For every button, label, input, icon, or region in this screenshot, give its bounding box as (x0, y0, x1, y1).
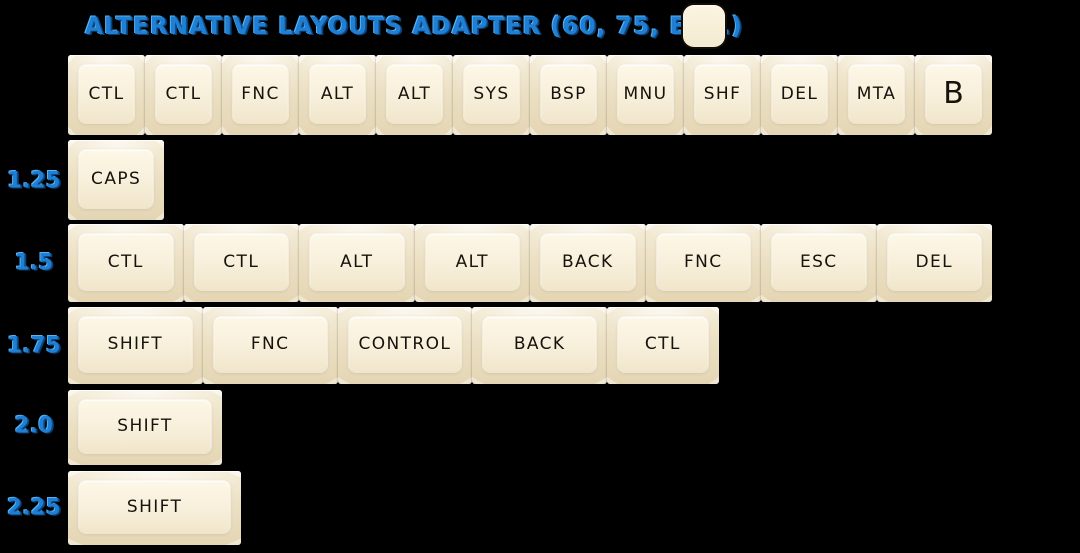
keycap-top-surface: SHIFT (79, 481, 231, 533)
keycap-legend: B (943, 76, 964, 111)
keycap-legend: CTL (165, 83, 202, 104)
keycap-top-surface: CTL (194, 234, 288, 290)
keycap-top-surface: ALT (310, 234, 404, 290)
row-size-label-1-25: 1.25 (7, 167, 61, 193)
keycap-mta[interactable]: MTA (838, 55, 915, 135)
page-title: ALTERNATIVE LAYOUTS ADAPTER (60, 75, ETC… (85, 13, 743, 41)
keycap-top-surface: SHIFT (79, 400, 211, 453)
keycap-top-surface: B (926, 65, 981, 123)
keycap-legend: CONTROL (358, 334, 452, 354)
keycap-kit-layout: ALTERNATIVE LAYOUTS ADAPTER (60, 75, ETC… (0, 0, 1080, 553)
keycap-ctl[interactable]: CTL (145, 55, 222, 135)
keycap-caps[interactable]: CAPS (68, 140, 165, 220)
keycap-legend: FNC (241, 83, 280, 104)
keycap-top-surface: FNC (213, 317, 327, 372)
keycap-ctl[interactable]: CTL (607, 307, 719, 384)
keycap-legend: MTA (856, 83, 897, 104)
keycap-bsp[interactable]: BSP (530, 55, 607, 135)
keycap-legend: SHIFT (126, 496, 183, 517)
keycap-back[interactable]: BACK (472, 307, 607, 384)
keycap-legend: SHF (703, 83, 742, 104)
keycap-top-surface: CTL (156, 65, 211, 123)
keycap-legend: BSP (550, 83, 587, 104)
keycap-shift[interactable]: SHIFT (68, 471, 242, 545)
keycap-legend: ALT (397, 83, 432, 104)
keycap-ctl[interactable]: CTL (68, 224, 184, 302)
keycap-top-surface: BACK (483, 317, 596, 372)
keycap-alt[interactable]: ALT (376, 55, 453, 135)
keycap-top-surface: MTA (849, 65, 904, 123)
keycap-del[interactable]: DEL (761, 55, 838, 135)
keycap-legend: ESC (799, 251, 838, 272)
keycap-top-surface: ALT (310, 65, 365, 123)
row-size-label-1-75: 1.75 (7, 332, 61, 358)
keycap-fnc[interactable]: FNC (222, 55, 299, 135)
keycap-top-surface: CONTROL (348, 317, 462, 372)
keycap-top-surface: ALT (387, 65, 442, 123)
keycap-legend: DEL (780, 83, 819, 104)
keycap-top-surface: DEL (772, 65, 827, 123)
keycap-del[interactable]: DEL (876, 224, 992, 302)
keycap-legend: FNC (250, 334, 290, 354)
blank-keycap-sample[interactable] (683, 5, 725, 47)
keycap-shift[interactable]: SHIFT (68, 390, 222, 465)
row-size-label-1-5: 1.5 (14, 249, 54, 275)
keycap-legend: SYS (473, 83, 510, 104)
keycap-control[interactable]: CONTROL (337, 307, 473, 384)
keycap-legend: BACK (561, 251, 614, 272)
keycap-legend: SHIFT (117, 416, 173, 436)
keycap-top-surface: SHIFT (79, 317, 192, 372)
keycap-legend: DEL (915, 251, 953, 272)
keycap-legend: SHIFT (107, 334, 164, 354)
row-size-label-2-25: 2.25 (7, 494, 61, 520)
keycap-top-surface: FNC (656, 234, 750, 290)
keycap-back[interactable]: BACK (530, 224, 646, 302)
keycap-top-surface: CTL (79, 234, 173, 290)
keycap-legend: CTL (644, 334, 681, 354)
keycap-legend: ALT (455, 251, 489, 272)
keycap-fnc[interactable]: FNC (645, 224, 761, 302)
keycap-shift[interactable]: SHIFT (68, 307, 203, 384)
keycap-top-surface: ESC (772, 234, 866, 290)
keycap-alt[interactable]: ALT (414, 224, 530, 302)
keycap-esc[interactable]: ESC (761, 224, 877, 302)
keycap-top-surface: CTL (618, 317, 708, 372)
keycap-top-surface: CAPS (79, 150, 154, 208)
row-size-label-2-0: 2.0 (14, 412, 54, 438)
keycap-legend: CAPS (91, 168, 142, 189)
keycap-top-surface: SHF (695, 65, 750, 123)
keycap-legend: FNC (683, 251, 723, 272)
keycap-legend: ALT (320, 83, 355, 104)
keycap-b[interactable]: B (915, 55, 992, 135)
keycap-top-surface: BSP (541, 65, 596, 123)
keycap-top-surface: MNU (618, 65, 673, 123)
keycap-top-surface: SYS (464, 65, 519, 123)
keycap-ctl[interactable]: CTL (68, 55, 145, 135)
keycap-ctl[interactable]: CTL (183, 224, 299, 302)
keycap-legend: CTL (223, 251, 260, 272)
keycap-top-surface: ALT (425, 234, 519, 290)
keycap-legend: BACK (513, 334, 566, 354)
keycap-legend: ALT (340, 251, 374, 272)
keycap-sys[interactable]: SYS (453, 55, 530, 135)
title-bar: ALTERNATIVE LAYOUTS ADAPTER (60, 75, ETC… (0, 0, 1080, 50)
keycap-fnc[interactable]: FNC (202, 307, 338, 384)
keycap-mnu[interactable]: MNU (607, 55, 684, 135)
keycap-top-surface: BACK (541, 234, 635, 290)
keycap-legend: CTL (88, 83, 125, 104)
keycap-legend: MNU (623, 83, 668, 104)
keycap-top-surface: DEL (887, 234, 981, 290)
keycap-alt[interactable]: ALT (299, 55, 376, 135)
keycap-alt[interactable]: ALT (299, 224, 415, 302)
keycap-top-surface: CTL (79, 65, 134, 123)
keycap-top-surface: FNC (233, 65, 288, 123)
keycap-legend: CTL (107, 251, 144, 272)
keycap-shf[interactable]: SHF (684, 55, 761, 135)
